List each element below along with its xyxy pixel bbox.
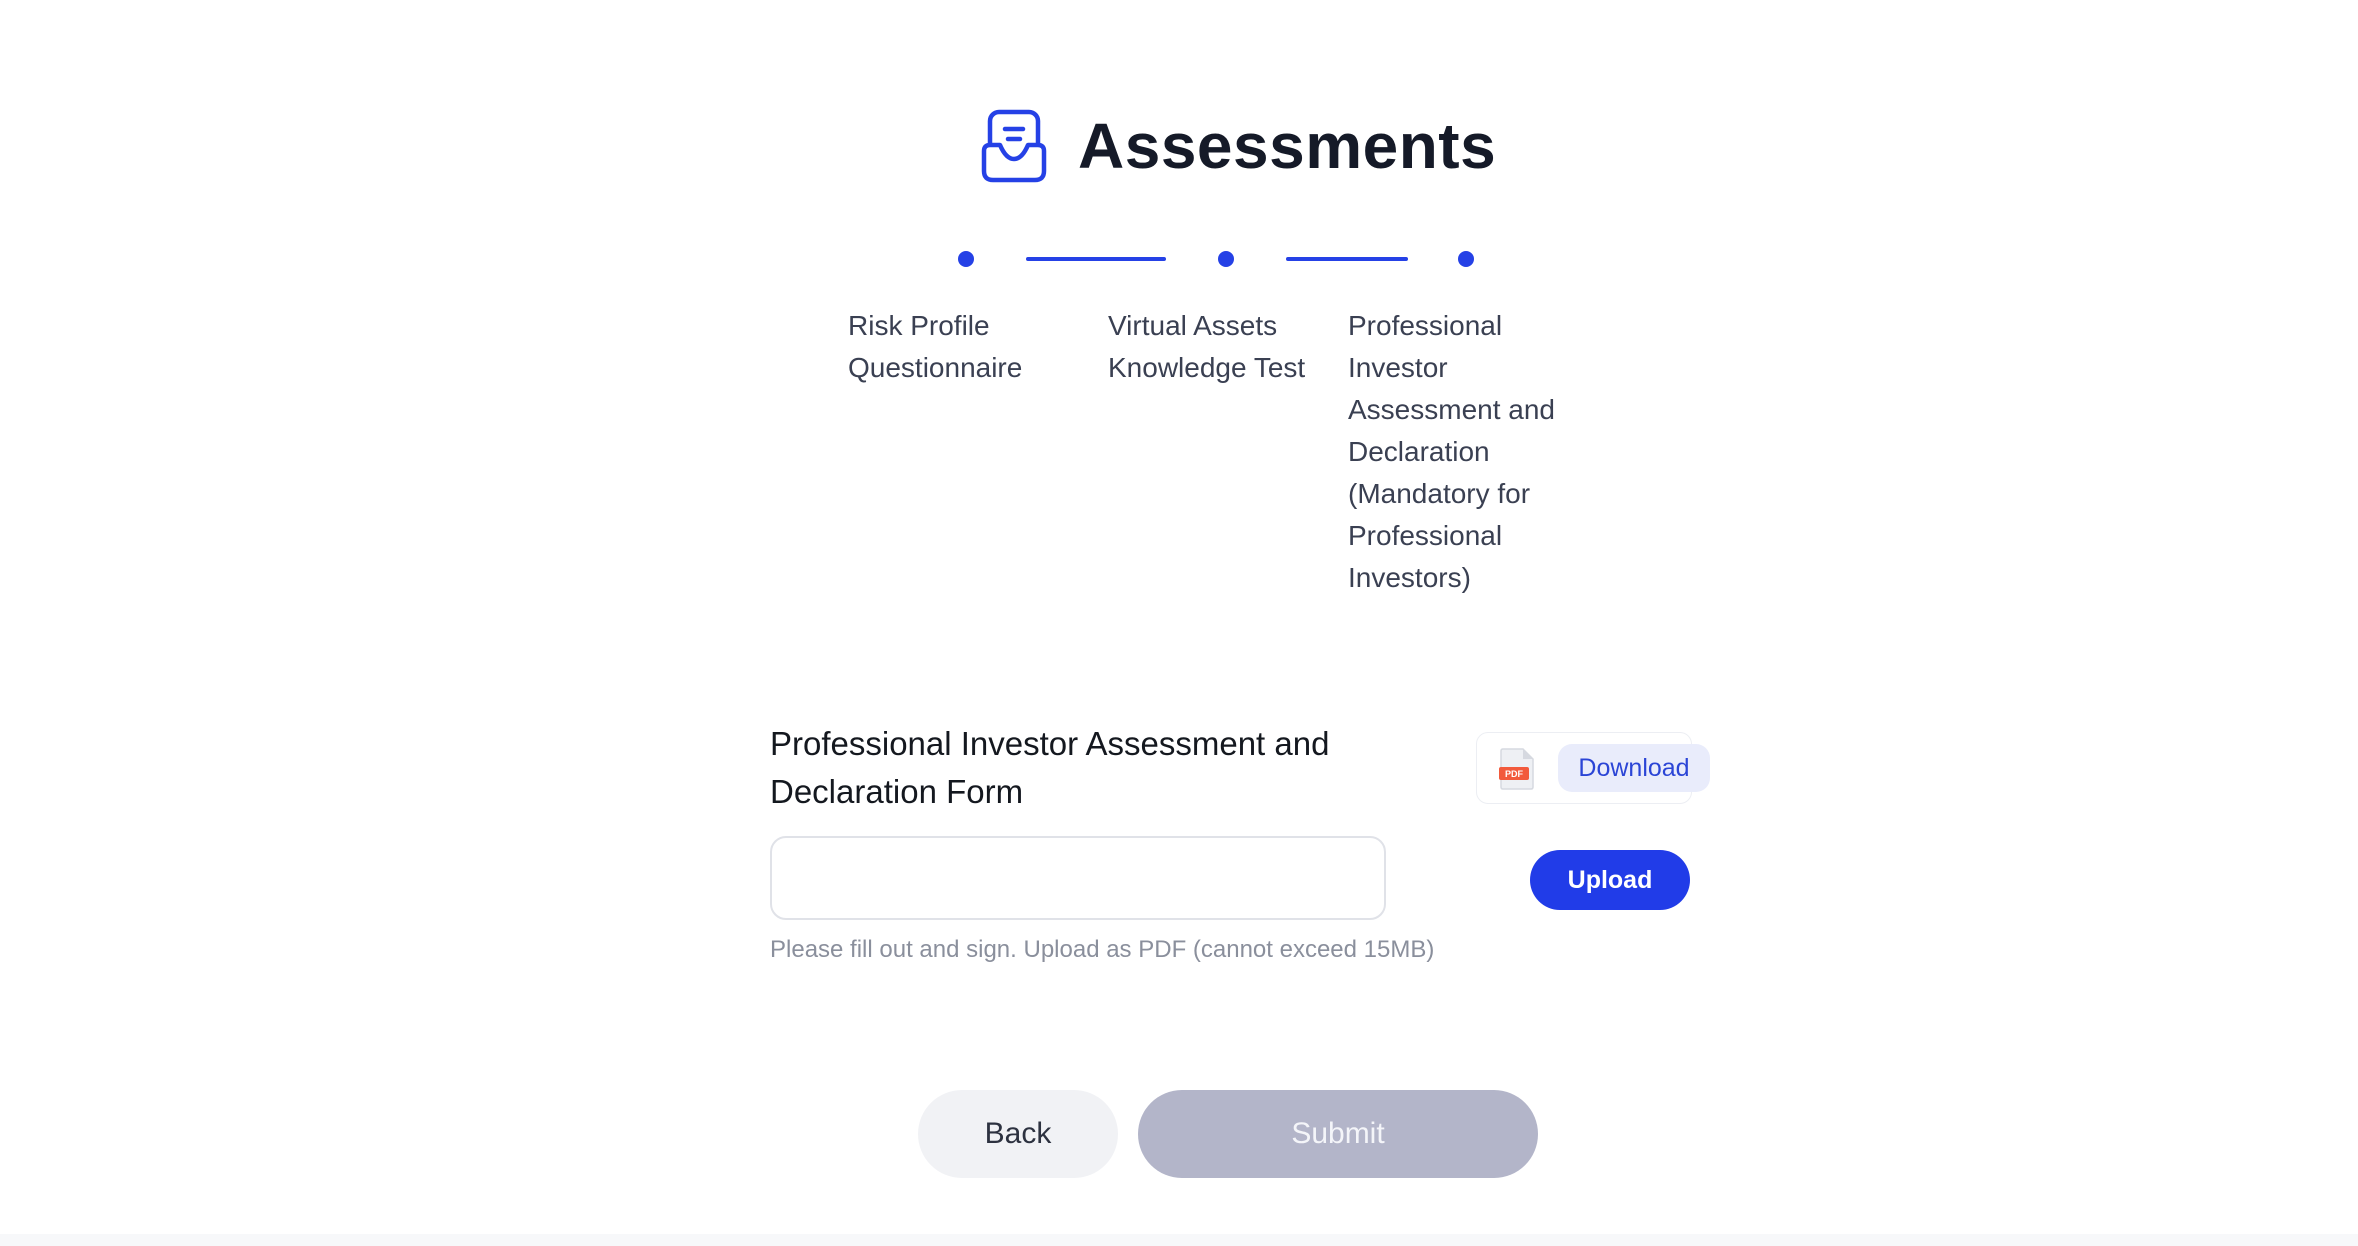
step-label-professional-investor: Professional Investor Assessment and Dec… [1348, 310, 1555, 593]
page-footer-strip [0, 1234, 2358, 1246]
submit-button[interactable]: Submit [1138, 1090, 1538, 1178]
step-connector-1 [1026, 257, 1166, 261]
step-label-knowledge-test: Virtual Assets Knowledge Test [1108, 310, 1306, 383]
back-button[interactable]: Back [918, 1090, 1118, 1178]
download-button[interactable]: Download [1558, 744, 1710, 792]
pdf-file-icon: PDF [1497, 747, 1537, 791]
step-label-risk-profile: Risk Profile Questionnaire [848, 310, 1023, 383]
page-title: Assessments [1078, 110, 1497, 182]
upload-button[interactable]: Upload [1530, 850, 1690, 910]
step-dot-risk-profile [958, 251, 974, 267]
step-connector-2 [1286, 257, 1408, 261]
assessment-inbox-icon [980, 109, 1048, 183]
step-dot-professional-investor [1458, 251, 1474, 267]
step-dot-knowledge-test [1218, 251, 1234, 267]
form-title: Professional Investor Assessment and Dec… [770, 725, 1330, 810]
svg-text:PDF: PDF [1505, 769, 1524, 779]
upload-hint: Please fill out and sign. Upload as PDF … [770, 936, 1435, 963]
upload-file-field[interactable] [770, 836, 1386, 920]
page-header: Assessments [980, 104, 1496, 188]
